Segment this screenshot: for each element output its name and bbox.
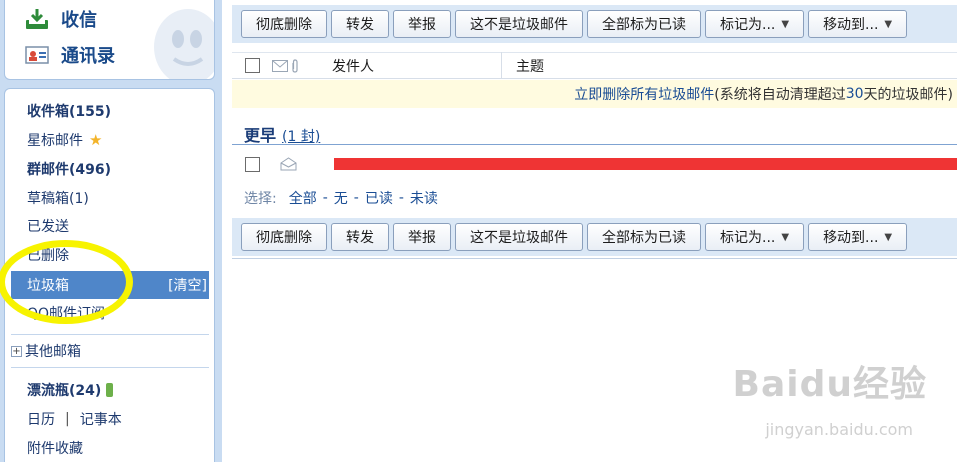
not-spam-button[interactable]: 这不是垃圾邮件 bbox=[455, 223, 583, 251]
select-unread-link[interactable]: 未读 bbox=[410, 188, 438, 208]
not-spam-button[interactable]: 这不是垃圾邮件 bbox=[455, 10, 583, 38]
list-header: 发件人 主题 bbox=[232, 52, 957, 79]
select-read-link[interactable]: 已读 bbox=[365, 188, 393, 208]
attachments-label: 附件收藏 bbox=[27, 441, 83, 457]
bottle-icon bbox=[106, 383, 114, 397]
move-to-dropdown[interactable]: 移动到... ▼ bbox=[808, 10, 908, 38]
mark-as-label: 标记为... bbox=[720, 230, 776, 246]
calendar-notepad-row: 日历 | 记事本 bbox=[5, 405, 214, 433]
contacts-link[interactable]: 通讯录 bbox=[25, 41, 115, 69]
folder-inbox[interactable]: 收件箱(155) bbox=[5, 97, 214, 125]
watermark-url: jingyan.baidu.com bbox=[765, 420, 913, 439]
folder-label: 收件箱(155) bbox=[27, 104, 112, 120]
select-all-checkbox[interactable] bbox=[244, 58, 260, 73]
caret-down-icon: ▼ bbox=[884, 231, 893, 243]
top-toolbar: 彻底删除 转发 举报 这不是垃圾邮件 全部标为已读 标记为... ▼ 移动到...… bbox=[232, 5, 957, 43]
group-header: 更早 (1 封) bbox=[244, 122, 320, 146]
folder-label: 星标邮件 bbox=[27, 133, 83, 149]
mark-as-dropdown[interactable]: 标记为... ▼ bbox=[705, 10, 805, 38]
qq-penguin-icon bbox=[154, 9, 214, 79]
redacted-content bbox=[334, 158, 957, 170]
divider bbox=[11, 367, 209, 368]
folder-group-mail[interactable]: 群邮件(496) bbox=[5, 155, 214, 183]
baidu-watermark: Baidu经验 bbox=[732, 364, 927, 405]
forward-button[interactable]: 转发 bbox=[331, 10, 389, 38]
other-mailboxes[interactable]: + 其他邮箱 bbox=[5, 337, 214, 365]
notice-text-pre: (系统将自动清理超过 bbox=[714, 87, 846, 103]
attachments-link[interactable]: 附件收藏 bbox=[5, 434, 214, 462]
caret-down-icon: ▼ bbox=[884, 18, 893, 30]
group-count[interactable]: (1 封) bbox=[282, 126, 320, 146]
row-checkbox[interactable] bbox=[244, 156, 260, 172]
divider bbox=[232, 258, 957, 259]
forward-button[interactable]: 转发 bbox=[331, 223, 389, 251]
receive-label: 收信 bbox=[61, 10, 97, 31]
inbox-download-icon bbox=[25, 8, 49, 30]
paperclip-icon bbox=[292, 58, 298, 73]
table-row[interactable] bbox=[232, 150, 957, 178]
dash: - bbox=[353, 190, 359, 206]
envelope-icon bbox=[272, 59, 288, 72]
bottom-toolbar: 彻底删除 转发 举报 这不是垃圾邮件 全部标为已读 标记为... ▼ 移动到...… bbox=[232, 218, 957, 256]
mark-all-read-button[interactable]: 全部标为已读 bbox=[587, 10, 701, 38]
select-all-link[interactable]: 全部 bbox=[289, 188, 317, 208]
drift-bottle-label: 漂流瓶(24) bbox=[27, 383, 102, 399]
mark-as-dropdown[interactable]: 标记为... ▼ bbox=[705, 223, 805, 251]
divider bbox=[11, 334, 209, 335]
select-none-link[interactable]: 无 bbox=[334, 188, 348, 208]
move-to-dropdown[interactable]: 移动到... ▼ bbox=[808, 223, 908, 251]
receive-mail-link[interactable]: 收信 bbox=[25, 5, 97, 33]
contacts-label: 通讯录 bbox=[61, 46, 115, 67]
folder-label: 已发送 bbox=[27, 219, 69, 235]
caret-down-icon: ▼ bbox=[781, 231, 790, 243]
notepad-link[interactable]: 记事本 bbox=[80, 409, 122, 429]
move-to-label: 移动到... bbox=[823, 17, 879, 33]
folder-label: 草稿箱(1) bbox=[27, 191, 89, 207]
select-label: 选择: bbox=[244, 191, 277, 207]
sidebar: 收信 通讯录 收件箱(155) 星标邮件 ★ 群邮件(496) 草稿箱(1) 已… bbox=[0, 0, 222, 462]
folder-label: 群邮件(496) bbox=[27, 162, 112, 178]
select-bar: 选择: 全部 - 无 - 已读 - 未读 bbox=[232, 182, 957, 214]
caret-down-icon: ▼ bbox=[781, 18, 790, 30]
mark-all-read-button[interactable]: 全部标为已读 bbox=[587, 223, 701, 251]
open-envelope-icon bbox=[280, 157, 297, 171]
star-icon: ★ bbox=[89, 131, 103, 149]
group-divider bbox=[232, 144, 957, 145]
expand-plus-icon: + bbox=[11, 345, 22, 357]
report-button[interactable]: 举报 bbox=[393, 10, 451, 38]
group-title: 更早 bbox=[244, 126, 277, 145]
folder-starred[interactable]: 星标邮件 ★ bbox=[5, 126, 214, 154]
notice-days: 30 bbox=[845, 86, 864, 102]
delete-forever-button[interactable]: 彻底删除 bbox=[241, 10, 327, 38]
contact-card-icon bbox=[25, 44, 49, 66]
highlight-circle bbox=[0, 240, 133, 324]
spam-notice: 立即删除所有垃圾邮件 (系统将自动清理超过 30 天的垃圾邮件) bbox=[232, 80, 957, 108]
dash: - bbox=[322, 190, 328, 206]
header-icons bbox=[272, 58, 332, 73]
other-mailboxes-label: 其他邮箱 bbox=[25, 344, 81, 360]
notice-text-post: 天的垃圾邮件) bbox=[863, 87, 953, 103]
mark-as-label: 标记为... bbox=[720, 17, 776, 33]
dash: - bbox=[398, 190, 404, 206]
folder-drafts[interactable]: 草稿箱(1) bbox=[5, 184, 214, 212]
drift-bottle[interactable]: 漂流瓶(24) bbox=[5, 376, 214, 404]
calendar-link[interactable]: 日历 bbox=[27, 409, 55, 429]
delete-forever-button[interactable]: 彻底删除 bbox=[241, 223, 327, 251]
empty-spam-link[interactable]: [清空] bbox=[168, 275, 207, 295]
mail-list-panel: 彻底删除 转发 举报 这不是垃圾邮件 全部标为已读 标记为... ▼ 移动到...… bbox=[232, 0, 957, 462]
delete-all-spam-link[interactable]: 立即删除所有垃圾邮件 bbox=[574, 84, 714, 104]
separator: | bbox=[65, 411, 70, 427]
col-subject[interactable]: 主题 bbox=[502, 56, 544, 76]
col-sender[interactable]: 发件人 bbox=[332, 52, 502, 79]
move-to-label: 移动到... bbox=[823, 230, 879, 246]
report-button[interactable]: 举报 bbox=[393, 223, 451, 251]
sidebar-top-card: 收信 通讯录 bbox=[4, 0, 215, 80]
folder-sent[interactable]: 已发送 bbox=[5, 212, 214, 240]
